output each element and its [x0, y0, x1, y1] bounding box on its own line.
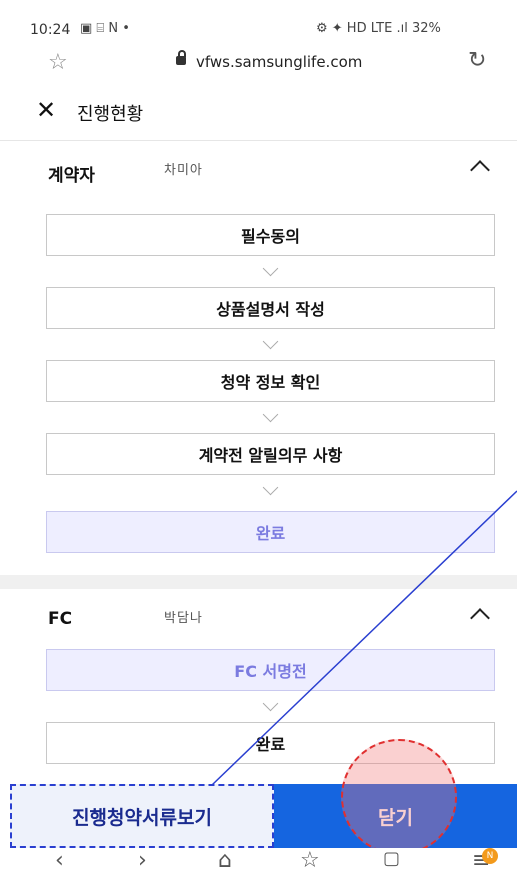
chevron-down-icon — [262, 333, 279, 350]
reload-icon[interactable]: ↻ — [468, 48, 486, 73]
section-contractor: 계약자 차미아 필수동의 상품설명서 작성 청약 정보 확인 계약전 알릴의무 … — [0, 141, 517, 575]
browser-nav-bar: ‹ › ⌂ ☆ ▢ ≡ — [0, 848, 517, 877]
view-contract-documents-button[interactable]: 진행청약서류보기 — [10, 784, 274, 848]
page-title: 진행현황 — [77, 104, 144, 125]
section-header[interactable]: 계약자 차미아 — [0, 141, 517, 201]
close-icon[interactable]: ✕ — [36, 96, 56, 124]
chevron-down-icon — [262, 260, 279, 277]
chevron-down-icon — [262, 406, 279, 423]
section-person-name: 차미아 — [164, 163, 203, 178]
section-label: 계약자 — [48, 166, 95, 186]
section-header[interactable]: FC 박담나 — [0, 589, 517, 649]
back-icon[interactable]: ‹ — [55, 848, 64, 873]
step-item: 계약전 알릴의무 사항 — [46, 433, 495, 475]
section-label: FC — [48, 609, 73, 629]
step-item: 필수동의 — [46, 214, 495, 256]
section-person-name: 박담나 — [164, 611, 203, 626]
url-text[interactable]: vfws.samsunglife.com — [196, 53, 362, 71]
chevron-down-icon — [262, 479, 279, 496]
chevron-up-icon[interactable] — [470, 608, 490, 628]
step-item-complete: 완료 — [46, 511, 495, 553]
forward-icon[interactable]: › — [138, 848, 147, 873]
page-header: ✕ 진행현황 — [0, 86, 517, 141]
status-right-indicators: ⚙ ✦ HD LTE .ıl 32% — [316, 21, 441, 36]
chevron-down-icon — [262, 695, 279, 712]
annotation-circle — [341, 739, 457, 855]
home-icon[interactable]: ⌂ — [218, 848, 232, 873]
lock-icon — [176, 50, 186, 65]
chevron-up-icon[interactable] — [470, 160, 490, 180]
tabs-icon[interactable]: ▢ — [383, 848, 400, 869]
step-item: 청약 정보 확인 — [46, 360, 495, 402]
browser-url-bar: ☆ vfws.samsunglife.com ↻ — [0, 40, 517, 86]
status-bar: 10:24 ▣ ⌸ N • ⚙ ✦ HD LTE .ıl 32% — [0, 0, 517, 40]
status-notification-icons: ▣ ⌸ N • — [80, 21, 130, 36]
section-divider — [0, 575, 517, 589]
notification-badge: N — [482, 848, 498, 864]
step-item-complete: FC 서명전 — [46, 649, 495, 691]
step-item: 상품설명서 작성 — [46, 287, 495, 329]
status-time: 10:24 — [30, 22, 71, 38]
bookmarks-icon[interactable]: ☆ — [300, 848, 320, 873]
bookmark-star-icon[interactable]: ☆ — [48, 50, 68, 75]
